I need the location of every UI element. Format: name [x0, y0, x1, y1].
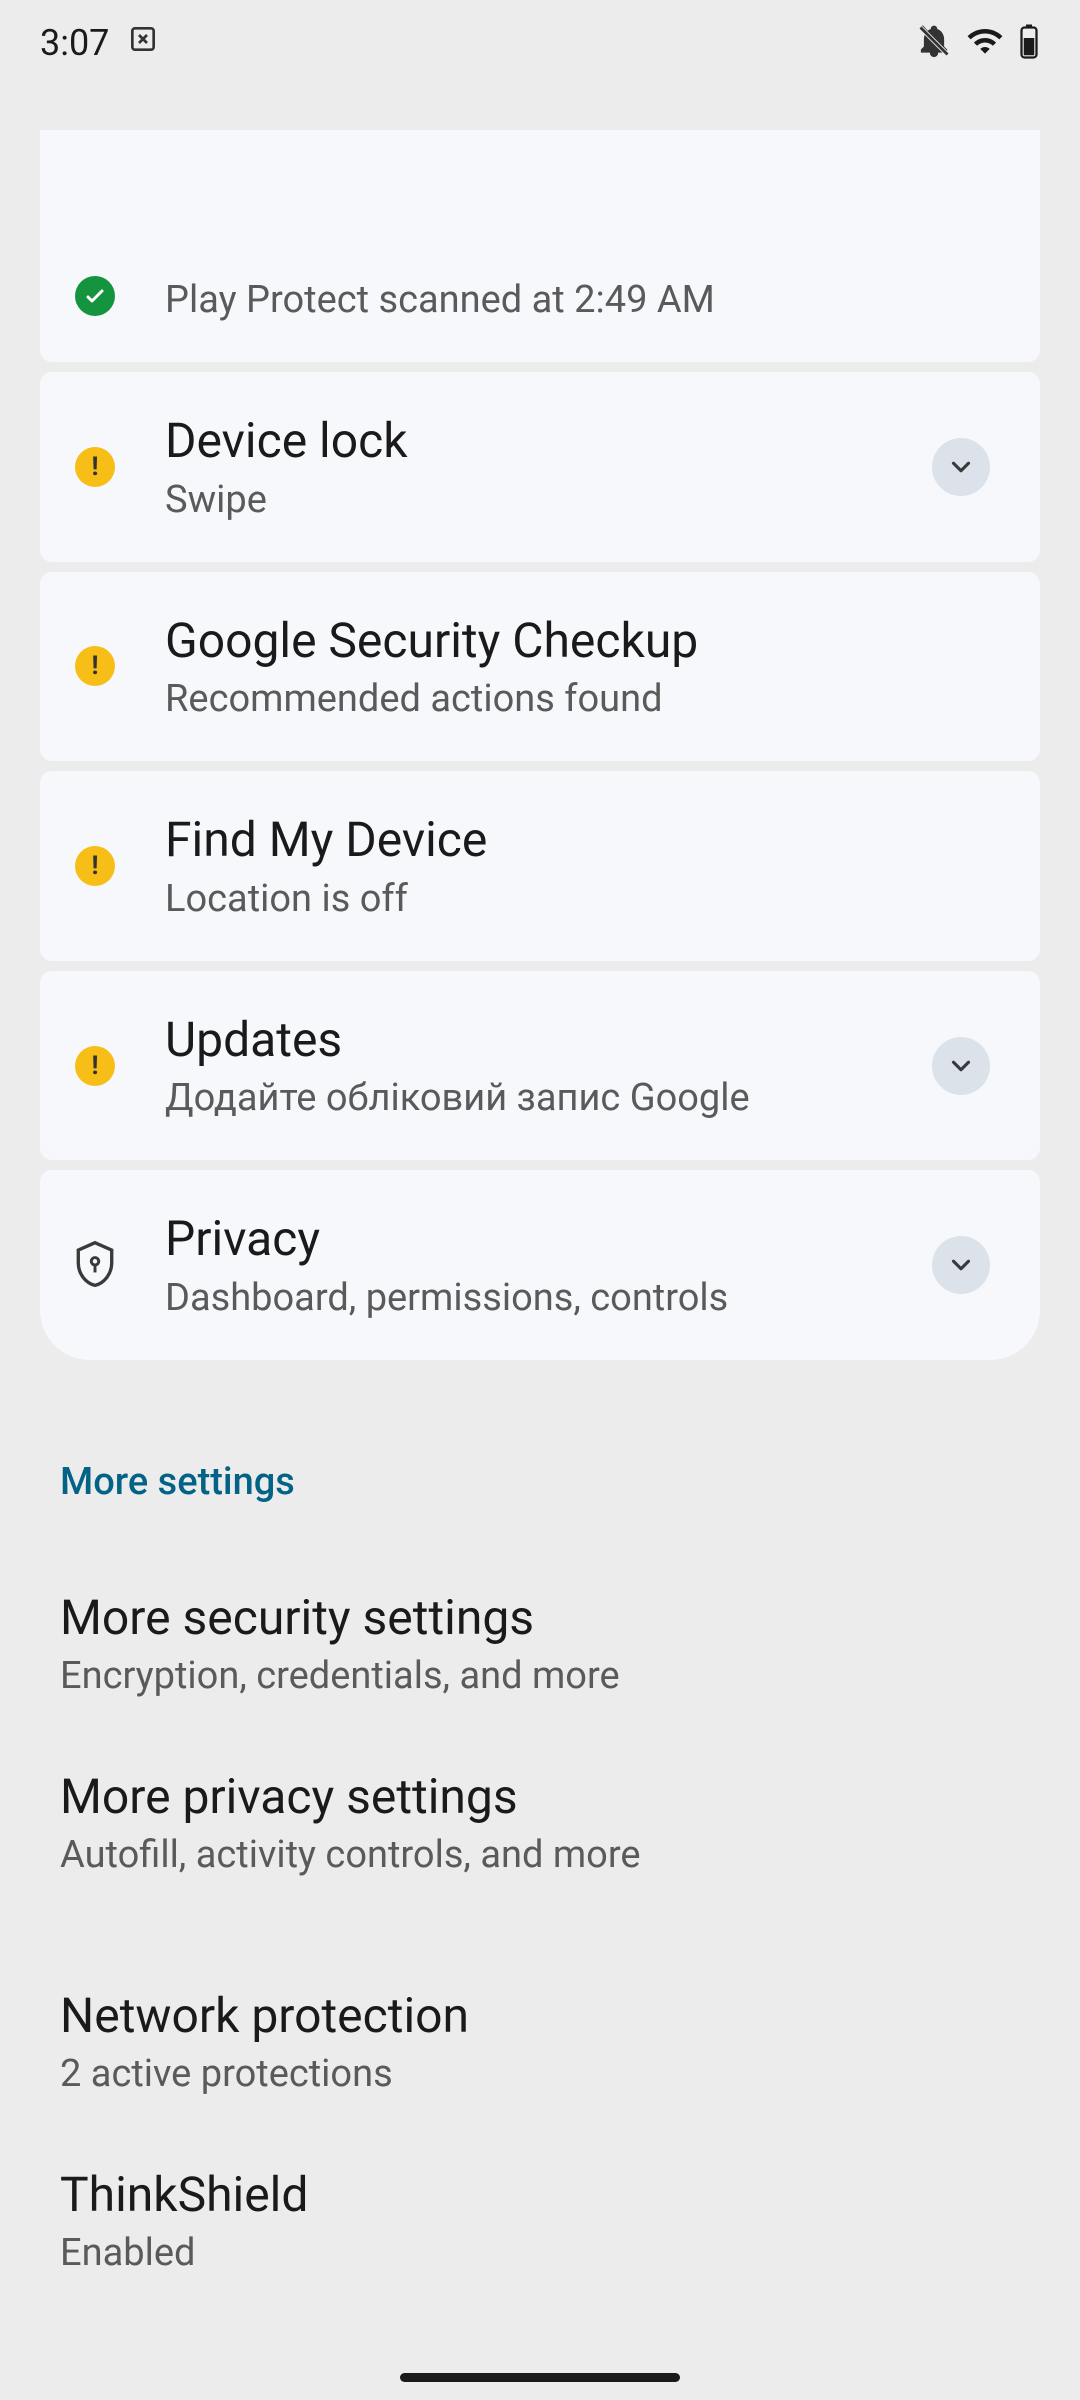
notifications-off-icon	[916, 23, 952, 63]
warning-icon: !	[55, 646, 135, 686]
list-subtitle: Enabled	[60, 2231, 1020, 2275]
status-time: 3:07	[40, 22, 109, 64]
card-subtitle: Dashboard, permissions, controls	[165, 1276, 902, 1320]
card-subtitle: Додайте обліковий запис Google	[165, 1076, 902, 1120]
item-more-security[interactable]: More security settings Encryption, crede…	[0, 1554, 1080, 1733]
chevron-down-icon	[946, 1250, 976, 1280]
warning-icon: !	[55, 1046, 135, 1086]
more-settings-header: More settings	[0, 1360, 1080, 1554]
card-group: Play Protect scanned at 2:49 AM ! Device…	[0, 240, 1080, 1360]
card-subtitle: Swipe	[165, 478, 902, 522]
list-subtitle: 2 active protections	[60, 2052, 1020, 2096]
card-app-security[interactable]: Play Protect scanned at 2:49 AM	[40, 130, 1040, 362]
item-thinkshield[interactable]: ThinkShield Enabled	[0, 2131, 1080, 2310]
card-title: Updates	[165, 1011, 902, 1069]
status-left: 3:07	[40, 22, 159, 64]
card-title: Device lock	[165, 412, 902, 470]
warning-icon: !	[55, 846, 135, 886]
card-privacy[interactable]: Privacy Dashboard, permissions, controls	[40, 1170, 1040, 1360]
wifi-icon	[966, 22, 1004, 64]
list-title: ThinkShield	[60, 2166, 1020, 2223]
card-title: Google Security Checkup	[165, 612, 1000, 670]
battery-icon	[1018, 23, 1040, 63]
card-subtitle: Location is off	[165, 877, 1000, 921]
list-subtitle: Autofill, activity controls, and more	[60, 1833, 1020, 1877]
chevron-down-icon	[946, 1051, 976, 1081]
card-title: Privacy	[165, 1210, 902, 1268]
list-title: More privacy settings	[60, 1768, 1020, 1825]
card-subtitle: Recommended actions found	[165, 677, 1000, 721]
card-device-lock[interactable]: ! Device lock Swipe	[40, 372, 1040, 562]
expand-button[interactable]	[932, 1037, 990, 1095]
expand-button[interactable]	[932, 1236, 990, 1294]
card-subtitle: Play Protect scanned at 2:49 AM	[165, 278, 1000, 322]
item-more-privacy[interactable]: More privacy settings Autofill, activity…	[0, 1733, 1080, 1912]
card-updates[interactable]: ! Updates Додайте обліковий запис Google	[40, 971, 1040, 1161]
card-find-my-device[interactable]: ! Find My Device Location is off	[40, 771, 1040, 961]
status-right	[916, 22, 1040, 64]
chevron-down-icon	[946, 452, 976, 482]
list-subtitle: Encryption, credentials, and more	[60, 1654, 1020, 1698]
expand-button[interactable]	[932, 438, 990, 496]
card-security-checkup[interactable]: ! Google Security Checkup Recommended ac…	[40, 572, 1040, 762]
navigation-handle[interactable]	[400, 2373, 680, 2382]
card-title: Find My Device	[165, 811, 1000, 869]
warning-icon: !	[55, 447, 135, 487]
item-network-protection[interactable]: Network protection 2 active protections	[0, 1952, 1080, 2131]
list-title: More security settings	[60, 1589, 1020, 1646]
status-bar: 3:07	[0, 0, 1080, 85]
card-icon	[127, 22, 159, 64]
check-icon	[55, 276, 135, 316]
shield-icon	[55, 1239, 135, 1291]
list-title: Network protection	[60, 1987, 1020, 2044]
